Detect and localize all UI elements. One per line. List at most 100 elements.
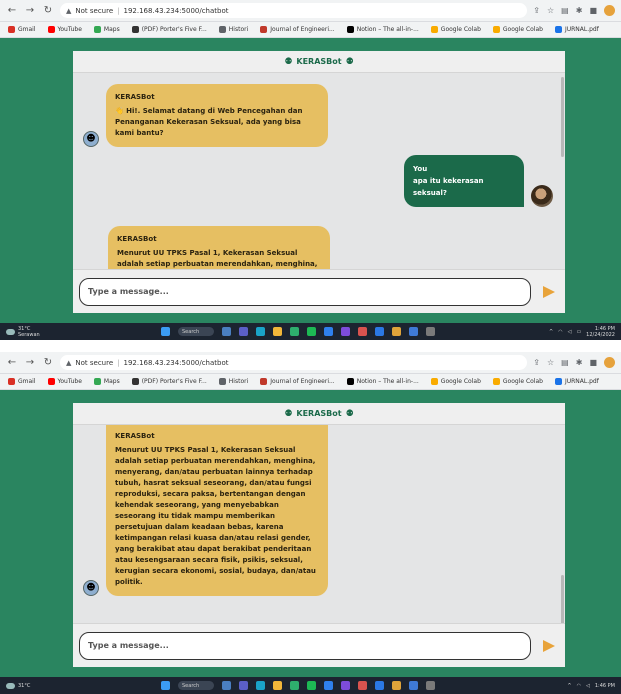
edge-icon[interactable] [256, 327, 265, 336]
clock[interactable]: 1:46 PM [595, 683, 615, 689]
explorer-icon[interactable] [273, 327, 282, 336]
user-name: You [413, 165, 428, 173]
reload-icon[interactable]: ↻ [42, 357, 54, 368]
task-view-icon[interactable] [222, 681, 231, 690]
star-icon[interactable]: ☆ [547, 358, 554, 367]
bot-name: KERASBot [115, 432, 155, 440]
bookmark-item[interactable]: Google Colab [430, 26, 481, 33]
bookmark-item[interactable]: YouTube [47, 26, 82, 33]
puzzle-icon[interactable]: ✱ [576, 6, 583, 15]
message-input[interactable] [79, 631, 531, 660]
windows-start-icon[interactable] [161, 327, 170, 336]
office-icon[interactable] [358, 681, 367, 690]
clock[interactable]: 1:46 PM 12/24/2022 [586, 326, 615, 338]
send-button[interactable] [541, 284, 557, 300]
message-input[interactable] [79, 277, 531, 306]
bookmark-item[interactable]: Histori [218, 378, 248, 385]
volume-icon[interactable]: ◁ [586, 683, 590, 689]
send-button[interactable] [541, 638, 557, 654]
address-bar[interactable]: ▲ Not secure | 192.168.43.234:5000/chatb… [60, 355, 528, 370]
browser-icon[interactable] [392, 327, 401, 336]
task-view-icon[interactable] [222, 327, 231, 336]
wifi-icon[interactable]: ◠ [558, 329, 562, 335]
extension-icon[interactable]: ▤ [561, 358, 569, 367]
chevron-up-icon[interactable]: ^ [549, 329, 553, 335]
share-icon[interactable]: ⇪ [533, 358, 540, 367]
bookmark-item[interactable]: Gmail [8, 26, 36, 33]
profile-avatar[interactable] [604, 357, 615, 368]
battery-icon[interactable]: ▭ [576, 329, 581, 335]
back-icon[interactable]: ← [6, 357, 18, 368]
taskbar-search[interactable]: Search [178, 327, 214, 336]
bookmark-item[interactable]: YouTube [47, 378, 82, 385]
gmail-icon [8, 378, 15, 385]
forward-icon[interactable]: → [24, 357, 36, 368]
spotify-icon[interactable] [307, 681, 316, 690]
sidebar-icon[interactable]: ■ [589, 358, 597, 367]
chrome-icon[interactable] [290, 327, 299, 336]
bookmark-item[interactable]: JURNAL.pdf [554, 378, 599, 385]
share-icon[interactable]: ⇪ [533, 6, 540, 15]
profile-avatar[interactable] [604, 5, 615, 16]
weather-widget[interactable]: 31°C [6, 682, 76, 689]
edge-icon[interactable] [256, 681, 265, 690]
scrollbar[interactable] [561, 77, 564, 157]
spotify-icon[interactable] [307, 327, 316, 336]
message-list[interactable]: ☻ KERASBot 👋 Hi!. Selamat datang di Web … [73, 73, 565, 269]
office-icon[interactable] [358, 327, 367, 336]
reload-icon[interactable]: ↻ [42, 5, 54, 16]
bookmark-item[interactable]: Notion – The all-in-... [346, 378, 419, 385]
puzzle-icon[interactable]: ✱ [576, 358, 583, 367]
bookmark-item[interactable]: (PDF) Porter's Five F... [131, 26, 207, 33]
bookmark-item[interactable]: Google Colab [492, 378, 543, 385]
bookmark-item[interactable]: Google Colab [492, 26, 543, 33]
back-icon[interactable]: ← [6, 5, 18, 16]
visual-studio-icon[interactable] [341, 681, 350, 690]
vscode-icon[interactable] [324, 327, 333, 336]
bookmark-item[interactable]: Journal of Engineeri... [260, 26, 335, 33]
extension-icon[interactable]: ▤ [561, 6, 569, 15]
app-icon[interactable] [409, 681, 418, 690]
taskbar-search[interactable]: Search [178, 681, 214, 690]
chatbot-page: ⚉ KERASBot ⚉ ☻ KERASBot 👋 Hi!. Selamat d… [0, 38, 621, 323]
media-icon[interactable] [426, 327, 435, 336]
bookmark-item[interactable]: Journal of Engineeri... [260, 378, 335, 385]
weather-widget[interactable]: 31°C Serawan [6, 326, 76, 338]
bookmark-item[interactable]: Histori [218, 26, 248, 33]
scrollbar[interactable] [561, 575, 564, 623]
sidebar-icon[interactable]: ■ [589, 6, 597, 15]
explorer-icon[interactable] [273, 681, 282, 690]
mail-icon[interactable] [375, 327, 384, 336]
message-list[interactable]: ☻ KERASBot Menurut UU TPKS Pasal 1, Keke… [73, 425, 565, 623]
star-icon[interactable]: ☆ [547, 6, 554, 15]
visual-studio-icon[interactable] [341, 327, 350, 336]
address-bar[interactable]: ▲ Not secure | 192.168.43.234:5000/chatb… [60, 3, 528, 18]
notion-icon [346, 378, 354, 385]
chat-header: ⚉ KERASBot ⚉ [73, 51, 565, 73]
bookmark-item[interactable]: (PDF) Porter's Five F... [131, 378, 207, 385]
bookmarks-bar: Gmail YouTube Maps (PDF) Porter's Five F… [0, 22, 621, 38]
mail-icon[interactable] [375, 681, 384, 690]
user-message: You apa itu kekerasan seksual? [404, 155, 553, 207]
media-icon[interactable] [426, 681, 435, 690]
bookmark-item[interactable]: Maps [93, 378, 120, 385]
vscode-icon[interactable] [324, 681, 333, 690]
bookmark-item[interactable]: Maps [93, 26, 120, 33]
windows-start-icon[interactable] [161, 681, 170, 690]
wifi-icon[interactable]: ◠ [577, 683, 581, 689]
chevron-up-icon[interactable]: ^ [567, 683, 571, 689]
bookmark-item[interactable]: Gmail [8, 378, 36, 385]
volume-icon[interactable]: ◁ [568, 329, 572, 335]
chrome-icon[interactable] [290, 681, 299, 690]
teams-icon[interactable] [239, 327, 248, 336]
chatbot-page: ⚉ KERASBot ⚉ ☻ KERASBot Menurut UU TPKS … [0, 390, 621, 677]
colab-icon [430, 26, 438, 33]
bookmark-item[interactable]: JURNAL.pdf [554, 26, 599, 33]
teams-icon[interactable] [239, 681, 248, 690]
maps-icon [93, 378, 101, 385]
forward-icon[interactable]: → [24, 5, 36, 16]
bookmark-item[interactable]: Google Colab [430, 378, 481, 385]
bookmark-item[interactable]: Notion – The all-in-... [346, 26, 419, 33]
browser-icon[interactable] [392, 681, 401, 690]
app-icon[interactable] [409, 327, 418, 336]
